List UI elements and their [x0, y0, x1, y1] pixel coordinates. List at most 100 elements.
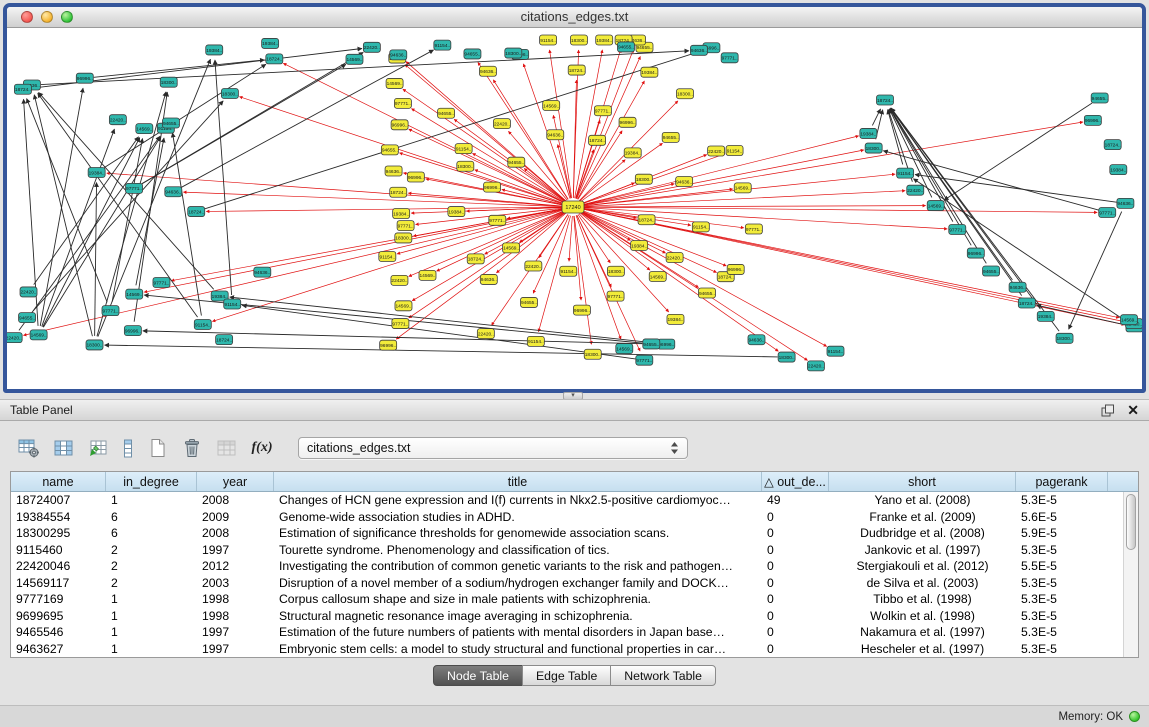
close-panel-icon[interactable]: ✕: [1127, 403, 1139, 417]
graph-node[interactable]: 22420..: [708, 146, 725, 156]
table-row[interactable]: 946554611997Estimation of the future num…: [11, 624, 1138, 641]
graph-node[interactable]: 94655..: [381, 145, 398, 155]
graph-node[interactable]: 96996..: [380, 340, 397, 350]
graph-node[interactable]: 96996..: [407, 172, 424, 182]
graph-node[interactable]: 94636..: [390, 50, 407, 60]
table-row[interactable]: 1938455462009Genome-wide association stu…: [11, 509, 1138, 526]
graph-node[interactable]: 94655..: [438, 108, 455, 118]
graph-node[interactable]: 18300..: [635, 174, 652, 184]
graph-node[interactable]: 97771..: [397, 221, 414, 231]
graph-node[interactable]: 22420..: [7, 333, 22, 343]
network-window-titlebar[interactable]: citations_edges.txt: [7, 7, 1142, 28]
table-mode-icon[interactable]: [16, 435, 42, 461]
tab-node-table[interactable]: Node Table: [433, 665, 523, 686]
minimize-window-button[interactable]: [41, 11, 53, 23]
graph-node[interactable]: 97771..: [126, 183, 143, 193]
graph-node[interactable]: 91154..: [379, 251, 396, 261]
graph-node[interactable]: 18724..: [1018, 298, 1035, 308]
graph-node[interactable]: 19384..: [667, 314, 684, 324]
graph-node[interactable]: 94636..: [385, 166, 402, 176]
show-columns-icon[interactable]: [51, 435, 77, 461]
graph-node[interactable]: 96996..: [76, 73, 93, 83]
table-row[interactable]: 1456911722003Disruption of a novel membe…: [11, 575, 1138, 592]
graph-node[interactable]: 19384..: [262, 38, 279, 48]
graph-node[interactable]: 94655..: [464, 49, 481, 59]
graph-node[interactable]: 96996..: [124, 326, 141, 336]
graph-node[interactable]: 18724..: [568, 65, 585, 75]
graph-node[interactable]: 14569..: [649, 271, 666, 281]
graph-node[interactable]: 19384..: [393, 209, 410, 219]
graph-node[interactable]: 18724..: [216, 335, 233, 345]
graph-node[interactable]: 91154..: [827, 346, 844, 356]
new-file-icon[interactable]: [144, 435, 170, 461]
graph-node[interactable]: 91154..: [194, 319, 211, 329]
graph-node[interactable]: 91154..: [527, 336, 544, 346]
graph-node[interactable]: 18300..: [86, 340, 103, 350]
graph-node[interactable]: 96996..: [619, 117, 636, 127]
graph-node[interactable]: 22420..: [20, 287, 37, 297]
graph-node[interactable]: 97771..: [394, 98, 411, 108]
graph-node[interactable]: 19384..: [641, 67, 658, 77]
graph-node[interactable]: 19384..: [206, 45, 223, 55]
graph-node[interactable]: 18724..: [14, 84, 31, 94]
graph-node[interactable]: 19384..: [860, 128, 877, 138]
graph-node[interactable]: 94655..: [1091, 93, 1108, 103]
graph-node[interactable]: 14569..: [1121, 315, 1138, 325]
graph-node[interactable]: 94655..: [617, 42, 634, 52]
function-builder-icon[interactable]: f(x): [249, 435, 275, 461]
graph-node[interactable]: 94655..: [983, 266, 1000, 276]
graph-node[interactable]: 14569..: [346, 54, 363, 64]
graph-node[interactable]: 91154..: [224, 299, 241, 309]
graph-node[interactable]: 19384..: [1110, 165, 1127, 175]
graph-node[interactable]: 94636..: [165, 187, 182, 197]
graph-node[interactable]: 96996..: [391, 120, 408, 130]
zoom-window-button[interactable]: [61, 11, 73, 23]
graph-node[interactable]: 18724..: [266, 54, 283, 64]
graph-node[interactable]: 96996..: [967, 248, 984, 258]
graph-node[interactable]: 94655..: [19, 313, 36, 323]
graph-node[interactable]: 91154..: [455, 144, 472, 154]
table-row[interactable]: 1872400712008Changes of HCN gene express…: [11, 492, 1138, 509]
graph-node[interactable]: 97771..: [153, 277, 170, 287]
graph-node[interactable]: 94636..: [690, 45, 707, 55]
graph-node[interactable]: 18300..: [221, 89, 238, 99]
graph-node[interactable]: 91154..: [434, 40, 451, 50]
graph-node[interactable]: 18300..: [570, 35, 587, 45]
graph-node[interactable]: 18300..: [1056, 333, 1073, 343]
graph-node[interactable]: 94636..: [254, 267, 271, 277]
graph-node[interactable]: 18300..: [676, 89, 693, 99]
graph-node[interactable]: 94655..: [643, 339, 660, 349]
graph-node[interactable]: 19384..: [596, 35, 613, 45]
graph-node[interactable]: 96996..: [658, 339, 675, 349]
table-scrollbar[interactable]: [1123, 492, 1138, 657]
table-row[interactable]: 2242004622012Investigating the contribut…: [11, 558, 1138, 575]
float-panel-icon[interactable]: [1101, 404, 1115, 417]
graph-node[interactable]: 22420..: [391, 275, 408, 285]
graph-node[interactable]: 18724..: [638, 215, 655, 225]
graph-node[interactable]: 22420..: [907, 185, 924, 195]
graph-node[interactable]: 91154..: [540, 35, 557, 45]
graph-node[interactable]: 94636..: [676, 177, 693, 187]
close-window-button[interactable]: [21, 11, 33, 23]
table-row[interactable]: 911546021997Tourette syndrome. Phenomeno…: [11, 542, 1138, 559]
graph-node[interactable]: 94655..: [508, 157, 525, 167]
graph-node[interactable]: 19384..: [631, 240, 648, 250]
graph-node[interactable]: 97771..: [102, 306, 119, 316]
table-row[interactable]: 1830029562008Estimation of significance …: [11, 525, 1138, 542]
graph-node[interactable]: 18724..: [589, 135, 606, 145]
edit-table-icon[interactable]: [86, 435, 112, 461]
graph-node[interactable]: 22420..: [363, 42, 380, 52]
table-row[interactable]: 977716911998Corpus callosum shape and si…: [11, 591, 1138, 608]
graph-node[interactable]: 19384..: [1037, 311, 1054, 321]
column-header-short[interactable]: short: [829, 472, 1016, 491]
tab-network-table[interactable]: Network Table: [610, 665, 716, 686]
graph-node[interactable]: 18300..: [505, 48, 522, 58]
column-header-year[interactable]: year: [197, 472, 274, 491]
graph-node[interactable]: 94655..: [698, 288, 715, 298]
graph-node[interactable]: 96996..: [484, 182, 501, 192]
graph-node[interactable]: 97771..: [745, 224, 762, 234]
graph-node[interactable]: 18300..: [865, 143, 882, 153]
graph-node[interactable]: 18300..: [160, 77, 177, 87]
graph-node[interactable]: 94636..: [1009, 282, 1026, 292]
export-table-icon[interactable]: [214, 435, 240, 461]
